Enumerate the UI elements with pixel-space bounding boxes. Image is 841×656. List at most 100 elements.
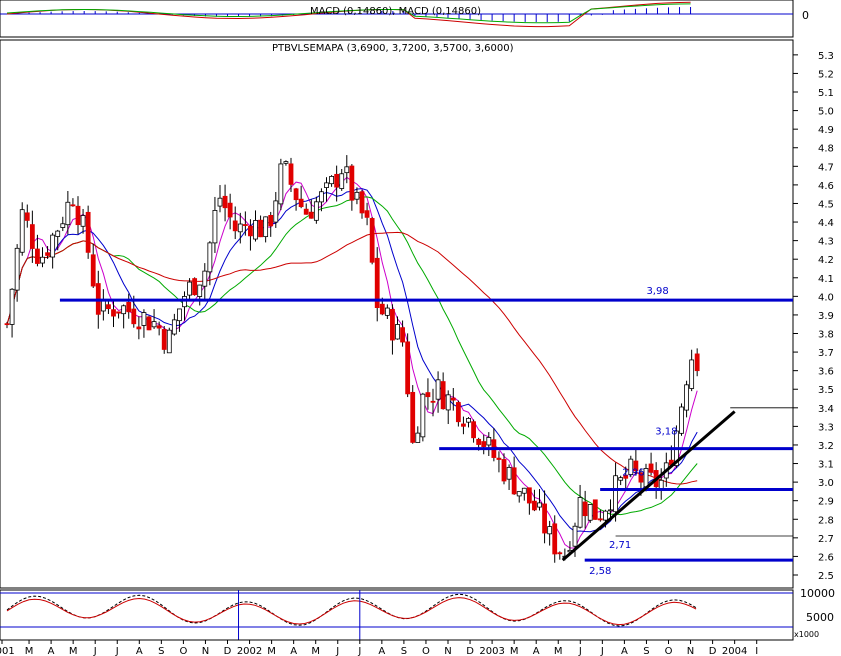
- candle-body: [329, 176, 334, 185]
- candle-body: [339, 173, 345, 189]
- x-tick-label: J: [115, 646, 119, 656]
- candle-body: [430, 400, 436, 403]
- y-tick-label: 3.6: [818, 367, 834, 378]
- x-tick-label: N: [687, 646, 694, 656]
- x-tick-label: S: [643, 646, 649, 656]
- candle-body: [70, 204, 76, 207]
- candle-body: [146, 316, 152, 331]
- y-tick-label: 3.0: [818, 478, 834, 489]
- candle-body: [171, 319, 177, 335]
- candle-body: [577, 497, 583, 528]
- candle-body: [197, 284, 203, 297]
- x-tick-label: O: [665, 646, 673, 656]
- candle-body: [60, 223, 66, 228]
- candle-body: [136, 326, 142, 330]
- candle-body: [471, 421, 476, 439]
- x-tick-label: D: [466, 646, 474, 656]
- y-tick-label: 3.7: [818, 348, 834, 359]
- candle-body: [9, 288, 15, 325]
- x-tick-label: S: [158, 646, 164, 656]
- candle-body: [379, 303, 385, 315]
- candle-body: [521, 487, 527, 494]
- level-label: 2,58: [589, 566, 611, 577]
- y-tick-label: 4.1: [818, 274, 834, 285]
- candle-body: [608, 509, 613, 512]
- candle-body: [100, 299, 106, 312]
- candle-body: [587, 504, 593, 521]
- candle-body: [481, 441, 487, 447]
- x-tick-label: 2001: [0, 646, 15, 656]
- x-axis: 2001 M A M J J A S O N D 2002 M A M J J A S O N D 2003 M A M J J A S O…: [0, 639, 793, 656]
- candle-body: [532, 500, 537, 511]
- volume-panel-frame: [0, 589, 794, 641]
- y-tick-label: 3.9: [818, 311, 834, 322]
- candle-body: [369, 218, 375, 263]
- candle-body: [364, 210, 370, 218]
- candle-body: [354, 191, 360, 200]
- y-tick-label: 5.0: [818, 107, 834, 118]
- y-tick-label: 4.5: [818, 199, 834, 210]
- candle-body: [202, 270, 208, 287]
- x-tick-label: A: [621, 646, 628, 656]
- candle-body: [572, 525, 578, 547]
- candle-body: [248, 225, 253, 237]
- x-tick-label: O: [422, 646, 430, 656]
- x-tick-label: S: [401, 646, 407, 656]
- candle-body: [435, 379, 441, 400]
- candle-body: [161, 329, 167, 350]
- candle-body: [35, 248, 40, 264]
- candle-body: [106, 304, 111, 310]
- main-panel-label: PTBVLSEMAPA (3,6900, 3,7200, 3,5700, 3,6…: [272, 43, 514, 54]
- candle-body: [263, 216, 269, 238]
- y-tick-label: 5.2: [818, 69, 834, 80]
- candle-body: [679, 406, 684, 434]
- x-tick-label: J: [600, 646, 604, 656]
- x-tick-label: J: [93, 646, 97, 656]
- candle-body: [684, 384, 689, 411]
- y-tick-label: 4.6: [818, 181, 834, 192]
- candle-body: [151, 321, 157, 328]
- candle-body: [547, 526, 553, 535]
- candle-body: [237, 223, 243, 233]
- candle-body: [288, 163, 294, 185]
- candle-body: [689, 359, 695, 389]
- x-tick-label: I: [755, 646, 758, 656]
- candle-body: [359, 191, 365, 214]
- candle-body: [613, 475, 618, 513]
- candle-body: [273, 200, 279, 223]
- y-tick-label: 4.0: [818, 292, 834, 303]
- candle-body: [65, 201, 71, 226]
- macd-label: MACD (0,14860), MACD (0,14860): [310, 6, 481, 17]
- candle-body: [177, 308, 182, 322]
- candle-body: [486, 437, 492, 446]
- candle-body: [420, 393, 426, 438]
- candle-body: [476, 438, 482, 445]
- candle-body: [45, 252, 50, 256]
- candle-body: [582, 501, 588, 517]
- candle-body: [466, 417, 471, 423]
- y-tick-label: 4.8: [818, 144, 834, 155]
- y-tick-label: 2.5: [818, 571, 834, 582]
- y-tick-label: 3.8: [818, 330, 834, 341]
- candle-body: [121, 305, 127, 315]
- y-tick-label: 3.1: [818, 460, 834, 471]
- candle-body: [319, 191, 324, 203]
- x-tick-label: M: [267, 646, 276, 656]
- candle-body: [461, 423, 466, 427]
- candle-body: [542, 503, 547, 534]
- candle-body: [526, 487, 532, 504]
- candle-body: [131, 308, 137, 325]
- candle-body: [80, 215, 86, 227]
- x-tick-label: N: [444, 646, 451, 656]
- candle-body: [55, 230, 61, 237]
- x-tick-label: M: [69, 646, 78, 656]
- candle-body: [50, 234, 56, 258]
- candle-body: [85, 211, 91, 253]
- candle-body: [349, 165, 355, 201]
- candle-body: [425, 392, 431, 398]
- candle-body: [298, 198, 304, 208]
- candle-body: [19, 209, 25, 253]
- candle-body: [511, 467, 517, 495]
- x-tick-label: J: [578, 646, 582, 656]
- y-tick-label: 4.9: [818, 125, 834, 136]
